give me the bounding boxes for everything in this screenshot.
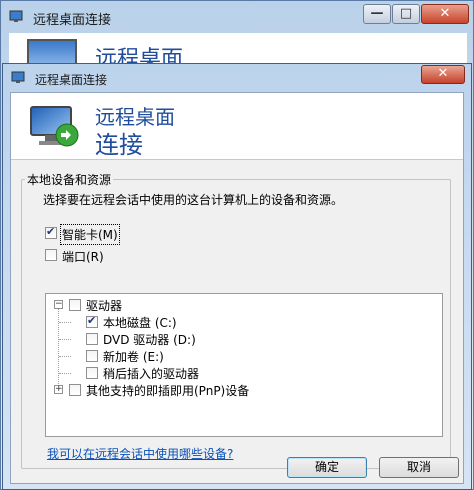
drives-label[interactable]: 驱动器 [86,297,122,314]
dialog-title: 远程桌面连接 [35,73,108,87]
pnp-label[interactable]: 其他支持的即插即用(PnP)设备 [86,382,249,399]
minimize-button[interactable]: — [363,4,391,24]
smartcard-label[interactable]: 智能卡(M) [60,224,120,245]
group-title: 本地设备和资源 [25,171,114,188]
drive-e-checkbox[interactable] [86,350,98,362]
dialog-titlebar: 远程桌面连接 ✕ [3,64,471,92]
maximize-button[interactable]: □ [392,4,420,24]
group-description: 选择要在远程会话中使用的这台计算机上的设备和资源。 [43,193,344,207]
dialog-banner: 远程桌面 连接 [11,93,463,160]
remote-desktop-dialog: 远程桌面连接 ✕ 远程桌面 连接 本地设备和资源 选择要在远程会话中使用的这台计… [2,63,472,490]
expand-icon[interactable]: + [54,385,63,394]
later-drives-label[interactable]: 稍后插入的驱动器 [103,365,199,382]
drives-tree[interactable]: − 驱动器 本地磁盘 (C:) DVD 驱动器 (D:) 新加卷 (E:) 稍后… [45,293,443,437]
drive-c-label[interactable]: 本地磁盘 (C:) [103,314,177,331]
drive-c-checkbox[interactable] [86,314,98,328]
drive-e-label[interactable]: 新加卷 (E:) [103,348,164,365]
pnp-checkbox[interactable] [69,384,81,396]
smartcard-checkbox[interactable] [45,225,57,239]
dialog-client-area: 远程桌面 连接 本地设备和资源 选择要在远程会话中使用的这台计算机上的设备和资源… [10,92,464,484]
tree-connector [59,339,71,340]
tree-connector [59,356,71,357]
tree-connector [58,309,59,388]
ok-button[interactable]: 确定 [287,457,367,478]
background-window-title: 远程桌面连接 [33,13,112,28]
remote-desktop-icon [11,71,25,83]
background-close-button[interactable]: ✕ [421,4,469,24]
background-titlebar: 远程桌面连接 — □ ✕ [1,1,473,33]
help-link[interactable]: 我可以在远程会话中使用哪些设备? [47,445,233,462]
ports-checkbox[interactable] [45,249,57,261]
remote-desktop-icon [9,10,23,22]
close-button[interactable]: ✕ [421,65,465,84]
close-icon: ✕ [437,66,449,81]
cancel-button[interactable]: 取消 [379,457,459,478]
tree-connector [59,373,71,374]
collapse-icon[interactable]: − [54,300,63,309]
banner-subtitle: 连接 [95,131,143,159]
drive-d-checkbox[interactable] [86,333,98,345]
drive-d-label[interactable]: DVD 驱动器 (D:) [103,331,196,348]
tree-connector [59,322,71,323]
monitor-connect-icon [30,106,79,147]
ports-label[interactable]: 端口(R) [62,248,104,265]
drives-checkbox[interactable] [69,299,81,311]
later-drives-checkbox[interactable] [86,367,98,379]
